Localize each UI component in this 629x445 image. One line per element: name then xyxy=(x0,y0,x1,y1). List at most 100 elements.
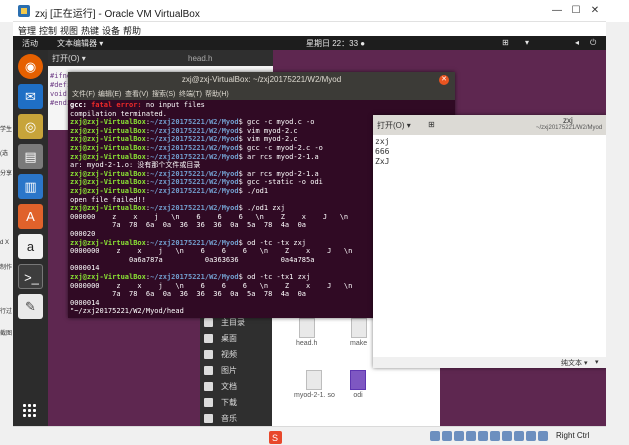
terminal-close-icon[interactable]: ✕ xyxy=(439,75,449,85)
term-menu-terminal[interactable]: 终端(T) xyxy=(179,89,202,99)
tab-width-selector[interactable]: ▾ xyxy=(595,358,599,366)
terminal-output-line: 0000014 xyxy=(70,298,100,307)
prompt-path: ~/zxj20175221/W2/Myod xyxy=(150,273,239,281)
libreoffice-writer-icon[interactable]: ▥ xyxy=(18,174,43,199)
guest-desktop: 活动 文本编辑器 ▾ 星期日 22：33 ● ⊞ ▾ ◂ ⏻ ◉ ✉ ◎ ▤ ▥… xyxy=(13,36,606,426)
terminal-command-line: zxj@zxj-VirtualBox:~/zxj20175221/W2/Myod… xyxy=(70,144,323,152)
activities-button[interactable]: 活动 xyxy=(22,38,38,49)
prompt-path: ~/zxj20175221/W2/Myod xyxy=(150,169,239,178)
terminal-command-line: zxj@zxj-VirtualBox:~/zxj20175221/W2/Myod… xyxy=(70,135,298,144)
terminal-command-line: zxj@zxj-VirtualBox:~/zxj20175221/W2/Myod… xyxy=(70,178,323,187)
text-line: ZxJ xyxy=(375,157,390,166)
amazon-icon[interactable]: a xyxy=(18,234,43,259)
host-text-fragment: 截图 xyxy=(0,331,13,337)
terminal-command-line: zxj@zxj-VirtualBox:~/zxj20175221/W2/Myod… xyxy=(70,152,319,161)
sidebar-item-home[interactable]: 主目录 xyxy=(204,317,245,328)
dock: ◉ ✉ ◎ ▤ ▥ A a >_ ✎ xyxy=(13,50,48,426)
host-text-fragment: 制作 xyxy=(0,265,13,271)
host-desktop-right xyxy=(606,22,629,445)
prompt-path: ~/zxj20175221/W2/Myod xyxy=(150,118,239,127)
file-title: head.h xyxy=(188,54,213,63)
vbox-statusbar: Right Ctrl xyxy=(13,426,606,445)
prompt-user: zxj@zxj-VirtualBox xyxy=(70,144,146,152)
sidebar-item-pictures[interactable]: 图片 xyxy=(204,365,237,376)
minimize-button[interactable]: — xyxy=(547,3,567,19)
sidebar-item-downloads[interactable]: 下载 xyxy=(204,397,237,408)
file-item[interactable]: head.h xyxy=(296,318,317,347)
open-button[interactable]: 打开(O) ▾ xyxy=(52,53,86,64)
terminal-output-line: 000000 z x j \n 6 6 6 \n Z x J \n xyxy=(70,212,349,221)
command-text: $ vim myod-2.c xyxy=(238,126,298,135)
network-icon[interactable]: ⊞ xyxy=(502,38,509,47)
command-text: $ od -tc -tx1 zxj xyxy=(238,273,311,281)
command-text: $ ./od1 zxj xyxy=(238,204,285,213)
terminal-titlebar: zxj@zxj-VirtualBox: ~/zxj20175221/W2/Myo… xyxy=(68,72,455,88)
show-applications-icon[interactable] xyxy=(23,404,37,418)
new-tab-icon[interactable]: ⊞ xyxy=(428,120,438,130)
open-button[interactable]: 打开(O) ▾ xyxy=(377,120,411,131)
screen: zxj [正在运行] - Oracle VM VirtualBox — ☐ ✕ … xyxy=(0,0,629,445)
language-selector[interactable]: 纯文本 ▾ xyxy=(561,358,587,368)
terminal-command-line: zxj@zxj-VirtualBox:~/zxj20175221/W2/Myod… xyxy=(70,238,307,247)
prompt-user: zxj@zxj-VirtualBox xyxy=(70,169,146,178)
term-menu-search[interactable]: 搜索(S) xyxy=(152,89,175,99)
file-path: ~/zxj20175221/W2/Myod xyxy=(536,125,603,131)
files-icon[interactable]: ▤ xyxy=(18,144,43,169)
host-text-fragment: (选 xyxy=(0,151,8,157)
term-menu-help[interactable]: 帮助(H) xyxy=(205,89,229,99)
rhythmbox-icon[interactable]: ◎ xyxy=(18,114,43,139)
terminal-command-line: zxj@zxj-VirtualBox:~/zxj20175221/W2/Myod… xyxy=(70,118,315,127)
prompt-user: zxj@zxj-VirtualBox xyxy=(70,204,146,213)
prompt-user: zxj@zxj-VirtualBox xyxy=(70,238,146,247)
command-text: $ od -tc -tx zxj xyxy=(238,238,307,247)
file-item[interactable]: make xyxy=(350,318,367,347)
file-icon xyxy=(350,370,366,390)
gedit-text-area[interactable]: zxj 666 ZxJ xyxy=(373,135,606,357)
power-icon[interactable]: ⏻ xyxy=(590,38,596,48)
gnome-topbar: 活动 文本编辑器 ▾ 星期日 22：33 ● ⊞ ▾ ◂ ⏻ xyxy=(13,36,606,50)
host-text-fragment: 行过 xyxy=(0,309,13,315)
terminal-output-line: ar: myod-2-1.o: 没有那个文件或目录 xyxy=(70,161,201,170)
host-text-fragment: 分享 xyxy=(0,171,13,177)
prompt-user: zxj@zxj-VirtualBox xyxy=(70,273,146,281)
thunderbird-icon[interactable]: ✉ xyxy=(18,84,43,109)
clock[interactable]: 星期日 22：33 ● xyxy=(306,38,365,49)
term-menu-file[interactable]: 文件(F) xyxy=(72,89,95,99)
terminal-output-line: 000020 xyxy=(70,230,96,238)
software-center-icon[interactable]: A xyxy=(18,204,43,229)
command-text: $ ./od1 xyxy=(238,187,269,195)
sogou-ime-icon[interactable]: S xyxy=(269,431,309,445)
file-icon xyxy=(350,318,367,338)
device-status-icons[interactable] xyxy=(430,431,550,443)
sidebar-item-desktop[interactable]: 桌面 xyxy=(204,333,237,344)
gedit-header: 打开(O) ▾ head.h xyxy=(48,50,273,66)
terminal-output-line: 0000000 z x j \n 6 6 6 \n Z x J \n xyxy=(70,247,353,256)
prompt-path: ~/zxj20175221/W2/Myod xyxy=(150,204,239,213)
svg-text:S: S xyxy=(272,433,278,443)
sidebar-item-music[interactable]: 音乐 xyxy=(204,413,237,424)
firefox-icon[interactable]: ◉ xyxy=(18,54,43,79)
gedit-header: 打开(O) ▾ ⊞ zxj ~/zxj20175221/W2/Myod xyxy=(373,115,606,135)
sidebar-item-documents[interactable]: 文档 xyxy=(204,381,237,392)
prompt-path: ~/zxj20175221/W2/Myod xyxy=(150,135,239,144)
file-item[interactable]: myod-2-1. so xyxy=(294,370,335,399)
maximize-button[interactable]: ☐ xyxy=(566,3,586,19)
text-editor-icon[interactable]: ✎ xyxy=(18,294,43,319)
terminal-command-line: zxj@zxj-VirtualBox:~/zxj20175221/W2/Myod… xyxy=(70,126,298,135)
term-menu-view[interactable]: 查看(V) xyxy=(125,89,148,99)
app-menu[interactable]: 文本编辑器 ▾ xyxy=(57,38,103,49)
file-item[interactable]: odi xyxy=(350,370,366,399)
prompt-path: ~/zxj20175221/W2/Myod xyxy=(150,238,239,247)
terminal-icon[interactable]: >_ xyxy=(18,264,43,289)
volume-icon[interactable]: ◂ xyxy=(575,38,579,47)
file-icon xyxy=(306,370,323,390)
close-button[interactable]: ✕ xyxy=(585,3,605,19)
window-title: zxj [正在运行] - Oracle VM VirtualBox xyxy=(35,9,200,20)
sidebar-item-videos[interactable]: 视频 xyxy=(204,349,237,360)
term-menu-edit[interactable]: 编辑(E) xyxy=(98,89,121,99)
terminal-title: zxj@zxj-VirtualBox: ~/zxj20175221/W2/Myo… xyxy=(181,75,342,84)
command-text: $ gcc -static -o odi xyxy=(238,178,323,187)
vbox-menubar: 管理 控制 视图 热键 设备 帮助 xyxy=(13,22,606,36)
status-menu-icon[interactable]: ▾ xyxy=(525,38,529,47)
code-line: void xyxy=(50,90,67,98)
